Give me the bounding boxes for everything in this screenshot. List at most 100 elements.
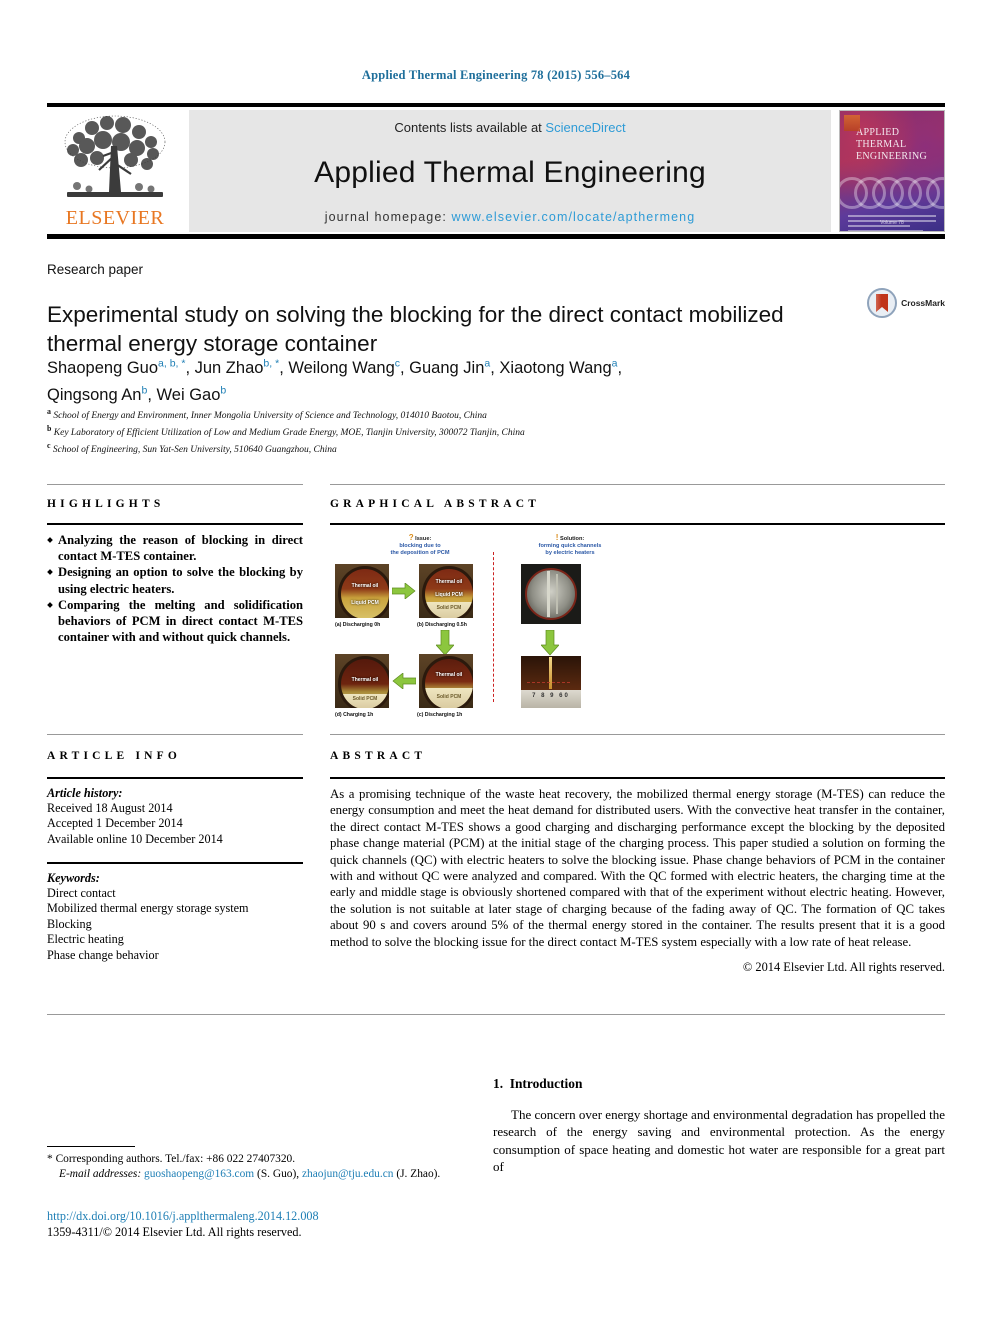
ga-panel-d-top-text: Thermal oil xyxy=(351,677,379,684)
ga-container-photo xyxy=(521,564,581,624)
abstract-heading: ABSTRACT xyxy=(330,750,427,762)
author-name-3: Guang Jin xyxy=(409,358,485,377)
journal-masthead: ELSEVIER Contents lists available at Sci… xyxy=(47,103,945,239)
affiliation-row: a School of Energy and Environment, Inne… xyxy=(47,406,847,423)
sciencedirect-link[interactable]: ScienceDirect xyxy=(545,120,625,135)
ga-issue-caption: ? Issue: blocking due to the deposition … xyxy=(345,534,495,558)
elsevier-logo: ELSEVIER xyxy=(47,110,183,232)
ga-panel-b-top-text: Thermal oil xyxy=(435,579,463,586)
ga-arrow-right-icon xyxy=(392,583,416,599)
article-info-top-divider xyxy=(47,734,303,735)
email-owner-2: (J. Zhao). xyxy=(396,1167,441,1180)
introduction-section: 1. Introduction The concern over energy … xyxy=(493,1076,945,1176)
contents-available-line: Contents lists available at ScienceDirec… xyxy=(394,120,625,135)
cover-title-line-1: APPLIED xyxy=(856,127,900,138)
keyword-item: Mobilized thermal energy storage system xyxy=(47,901,249,916)
author-marks-1: b, * xyxy=(263,357,280,369)
affiliation-mark-0: a xyxy=(47,407,51,416)
ga-panel-a-photo: Thermal oil Liquid PCM xyxy=(335,564,389,618)
introduction-number: 1. xyxy=(493,1076,504,1091)
ga-panel-d-photo: Thermal oil Solid PCM xyxy=(335,654,389,708)
cover-volume-label: Volume 78 xyxy=(880,220,904,226)
ga-solution-title: Solution: xyxy=(560,536,585,542)
paper-page: Applied Thermal Engineering 78 (2015) 55… xyxy=(0,0,992,1323)
abstract-copyright: © 2014 Elsevier Ltd. All rights reserved… xyxy=(742,960,945,975)
abstract-top-divider xyxy=(330,734,945,735)
abstract-body-block: As a promising technique of the waste he… xyxy=(330,786,945,975)
page-title: Experimental study on solving the blocki… xyxy=(47,302,784,357)
author-marks-0: a, b, * xyxy=(158,357,186,369)
ga-panel-b-bottom-text: Solid PCM xyxy=(436,604,462,611)
author-name-4: Xiaotong Wang xyxy=(499,358,612,377)
highlights-heading: HIGHLIGHTS xyxy=(47,498,165,510)
abstract-bottom-divider xyxy=(47,1014,945,1015)
author-name-2: Weilong Wang xyxy=(288,358,395,377)
keywords-label: Keywords: xyxy=(47,871,100,885)
affiliation-text-1: Key Laboratory of Efficient Utilization … xyxy=(53,427,525,438)
footnote-block: * Corresponding authors. Tel./fax: +86 0… xyxy=(47,1152,467,1181)
ga-arrow-left-icon xyxy=(392,673,416,689)
homepage-url-link[interactable]: www.elsevier.com/locate/apthermeng xyxy=(452,210,696,224)
author-name-6: Wei Gao xyxy=(156,386,221,404)
highlights-top-divider xyxy=(47,484,303,485)
doi-block: http://dx.doi.org/10.1016/j.applthermale… xyxy=(47,1208,507,1240)
graphical-abstract-rule xyxy=(330,523,945,525)
author-marks-5: b xyxy=(141,384,148,397)
authors-line-1: Shaopeng Guoa, b, *, Jun Zhaob, *, Weilo… xyxy=(47,357,623,377)
affiliation-text-2: School of Engineering, Sun Yat-Sen Unive… xyxy=(52,444,337,455)
journal-cover-thumbnail: APPLIED THERMAL ENGINEERING Volume 78 xyxy=(839,110,945,232)
introduction-title: Introduction xyxy=(509,1076,583,1091)
homepage-prefix: journal homepage: xyxy=(324,210,447,224)
author-name-1: Jun Zhao xyxy=(194,358,264,377)
article-history-item: Available online 10 December 2014 xyxy=(47,831,223,846)
abstract-rule xyxy=(330,777,945,779)
journal-band: Contents lists available at ScienceDirec… xyxy=(189,110,831,232)
article-history-item: Accepted 1 December 2014 xyxy=(47,816,183,831)
email-owner-1: (S. Guo), xyxy=(257,1167,300,1180)
contents-prefix: Contents lists available at xyxy=(394,120,542,135)
author-marks-6: b xyxy=(220,384,227,397)
email-label: E-mail addresses: xyxy=(59,1167,142,1180)
cover-elsevier-mark-icon xyxy=(844,115,860,131)
ga-solution-line-1: forming quick channels xyxy=(538,543,602,550)
ga-issue-line-2: the deposition of PCM xyxy=(390,550,450,557)
email-link-2[interactable]: zhaojun@tju.edu.cn xyxy=(302,1168,393,1180)
ga-panel-d-caption: (d) Charging 1h xyxy=(335,712,374,718)
ga-solution-caption: ! Solution: forming quick channels by el… xyxy=(505,534,635,558)
crossmark-icon xyxy=(867,288,898,318)
ga-panel-b-caption: (b) Discharging 0.5h xyxy=(417,622,467,628)
author-marks-2: c xyxy=(394,357,400,369)
email-line: E-mail addresses: guoshaopeng@163.com (S… xyxy=(47,1167,467,1182)
doi-link[interactable]: http://dx.doi.org/10.1016/j.applthermale… xyxy=(47,1208,507,1224)
ga-panel-c-bottom-text: Solid PCM xyxy=(436,693,462,700)
ga-ruler-digits: 7 8 9 60 xyxy=(532,693,570,699)
graphical-abstract-top-divider xyxy=(330,484,945,485)
author-marks-4: a xyxy=(611,357,618,369)
author-list: Shaopeng Guoa, b, *, Jun Zhaob, *, Weilo… xyxy=(47,352,847,407)
elsevier-wordmark: ELSEVIER xyxy=(65,207,165,229)
affiliation-mark-2: c xyxy=(47,440,51,450)
affiliation-mark-1: b xyxy=(47,423,52,433)
running-head: Applied Thermal Engineering 78 (2015) 55… xyxy=(361,68,631,82)
article-info-rule xyxy=(47,777,303,779)
journal-homepage-line: journal homepage: www.elsevier.com/locat… xyxy=(325,210,696,224)
journal-title: Applied Thermal Engineering xyxy=(314,155,706,189)
affiliation-row: c School of Engineering, Sun Yat-Sen Uni… xyxy=(47,440,847,457)
introduction-paragraph: The concern over energy shortage and env… xyxy=(493,1107,945,1175)
list-item: Designing an option to solve the blockin… xyxy=(47,564,303,596)
keyword-item: Phase change behavior xyxy=(47,947,159,962)
keywords-block: Keywords: Direct contact Mobilized therm… xyxy=(47,871,303,963)
footnote-rule xyxy=(47,1146,135,1147)
highlights-section: HIGHLIGHTS xyxy=(47,498,303,510)
corresponding-author-line: * Corresponding authors. Tel./fax: +86 0… xyxy=(47,1152,467,1167)
crossmark-badge[interactable]: CrossMark xyxy=(867,288,945,318)
ga-solution-line-2: by electric heaters xyxy=(545,550,595,557)
list-item: Analyzing the reason of blocking in dire… xyxy=(47,532,303,564)
ga-panel-d-bottom-text: Solid PCM xyxy=(352,695,378,702)
ga-panel-c-top-text: Thermal oil xyxy=(435,672,463,679)
email-link-1[interactable]: guoshaopeng@163.com xyxy=(144,1168,254,1180)
masthead-bottom-rule xyxy=(47,234,945,239)
elsevier-tree-icon xyxy=(64,115,166,197)
affiliation-text-0: School of Energy and Environment, Inner … xyxy=(53,411,487,422)
article-type-label: Research paper xyxy=(47,262,144,277)
